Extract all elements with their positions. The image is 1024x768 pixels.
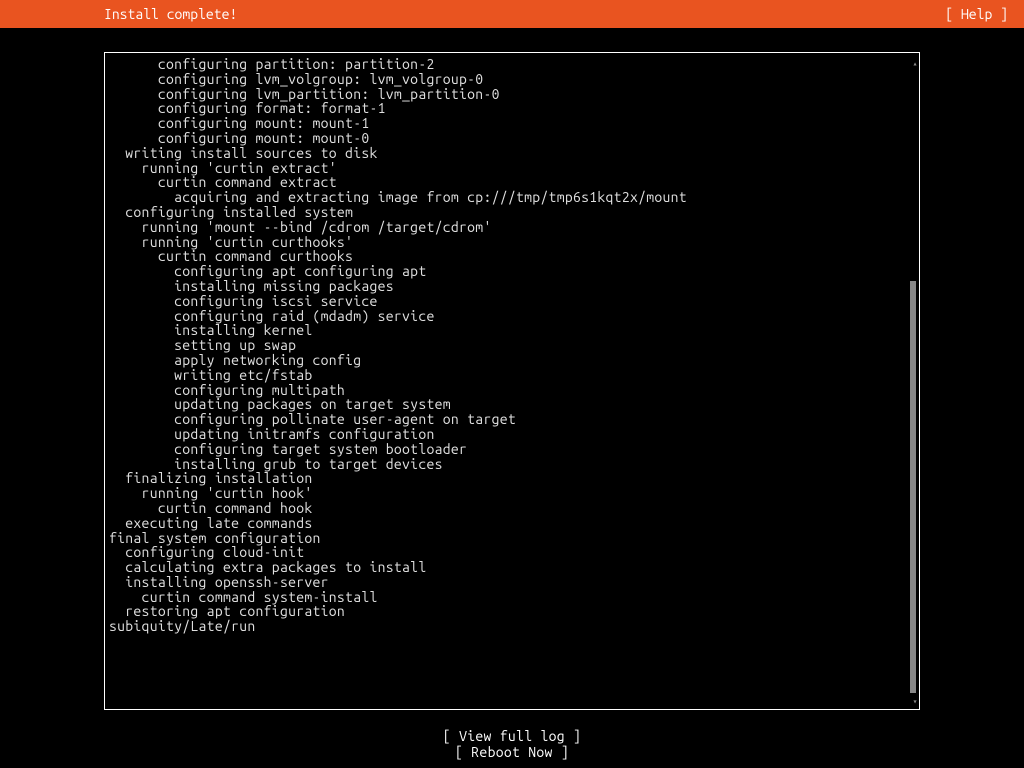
scrollbar-up-arrow[interactable]: ▴ (912, 59, 918, 65)
view-full-log-button[interactable]: [ View full log ] (104, 728, 920, 744)
content-area: configuring partition: partition-2 confi… (0, 28, 1024, 768)
scrollbar-down-arrow[interactable]: ▾ (912, 697, 918, 703)
scrollbar-thumb[interactable] (910, 281, 916, 693)
install-log-box: configuring partition: partition-2 confi… (104, 52, 920, 710)
reboot-now-button[interactable]: [ Reboot Now ] (104, 744, 920, 760)
install-status-title: Install complete! (104, 6, 237, 22)
bottom-buttons: [ View full log ] [ Reboot Now ] (104, 728, 920, 760)
header-bar: Install complete! [ Help ] (0, 0, 1024, 28)
install-log-content: configuring partition: partition-2 confi… (109, 57, 919, 634)
scrollbar[interactable]: ▴ ▾ (912, 59, 918, 703)
help-button[interactable]: [ Help ] (945, 6, 1008, 22)
